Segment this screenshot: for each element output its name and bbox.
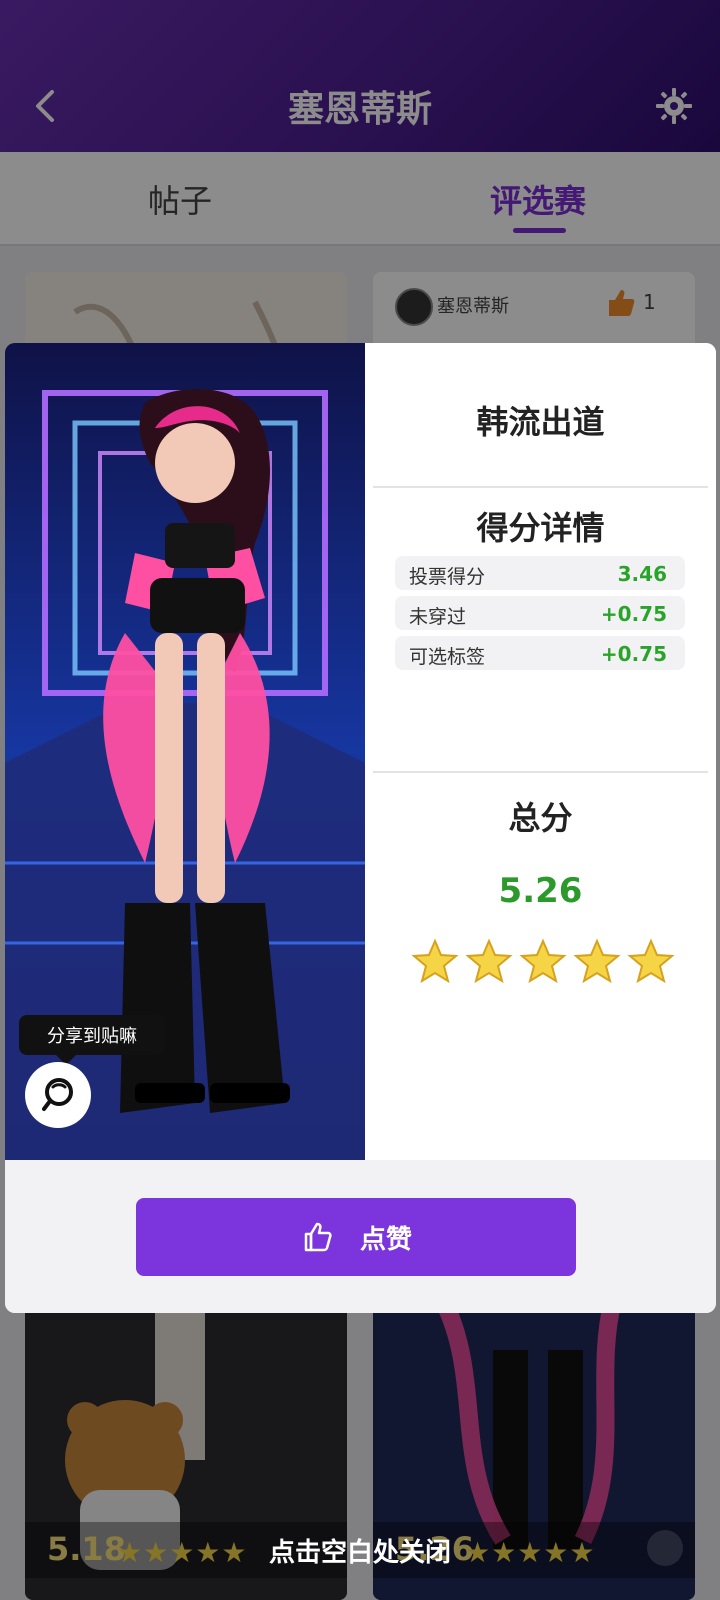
score-panel: 韩流出道 得分详情 投票得分 3.46 未穿过 +0.75 可选标签 +0.75… <box>365 343 716 1160</box>
share-button[interactable] <box>25 1062 91 1128</box>
score-details-title: 得分详情 <box>476 509 605 547</box>
score-detail-label: 未穿过 <box>409 606 467 628</box>
star-rating <box>411 938 675 986</box>
look-title: 韩流出道 <box>476 403 605 441</box>
score-detail-row: 可选标签 +0.75 <box>395 636 685 670</box>
score-detail-value: 3.46 <box>617 562 667 586</box>
close-hint: 点击空白处关闭 <box>268 1538 451 1568</box>
score-detail-value: +0.75 <box>600 602 667 626</box>
divider <box>373 771 708 773</box>
score-detail-row: 未穿过 +0.75 <box>395 596 685 630</box>
total-score-value: 5.26 <box>498 871 583 911</box>
like-button[interactable]: 点赞 <box>136 1198 576 1276</box>
score-detail-label: 投票得分 <box>409 566 486 588</box>
star-icon <box>519 938 567 984</box>
divider <box>373 486 708 488</box>
score-detail-value: +0.75 <box>600 642 667 666</box>
score-detail-label: 可选标签 <box>409 646 486 668</box>
total-score-title: 总分 <box>508 799 573 837</box>
share-icon <box>42 1078 73 1111</box>
star-icon <box>627 938 675 984</box>
star-icon <box>465 938 513 984</box>
share-tooltip: 分享到贴嘛 <box>19 1015 165 1065</box>
score-detail-modal: 分享到贴嘛 韩流出道 得分详情 投票得分 3.46 未穿过 +0.75 可选标签… <box>5 343 716 1313</box>
star-icon <box>573 938 621 984</box>
score-detail-row: 投票得分 3.46 <box>395 556 685 590</box>
thumb-up-outline-icon <box>304 1222 332 1252</box>
like-button-label: 点赞 <box>359 1224 412 1255</box>
star-icon <box>411 938 459 984</box>
outfit-preview: 分享到贴嘛 <box>5 343 365 1160</box>
